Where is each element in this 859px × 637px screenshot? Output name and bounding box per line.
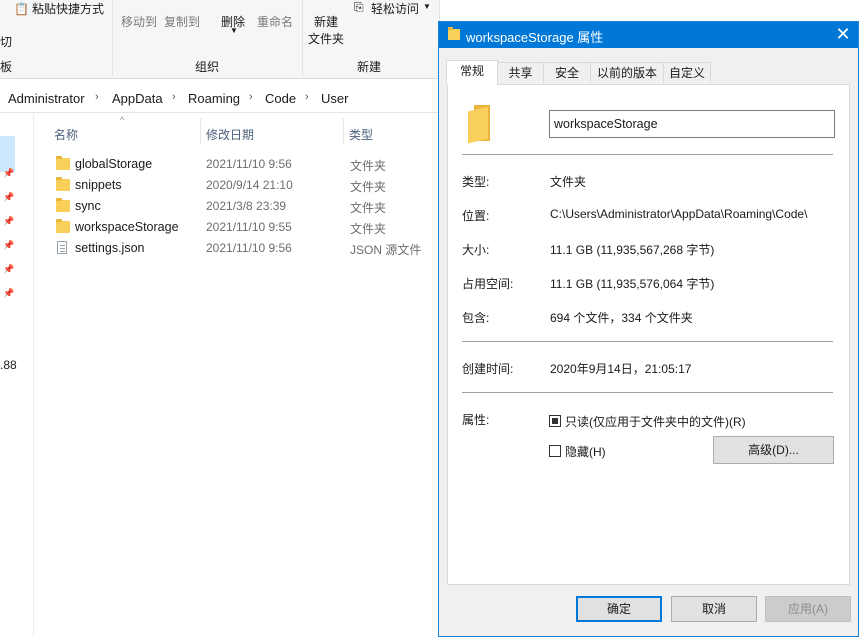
copy-to-button[interactable]: 复制到 bbox=[164, 13, 200, 30]
tab-sharing[interactable]: 共享 bbox=[497, 62, 544, 83]
clipboard-label-fragment: 板 bbox=[0, 60, 13, 74]
file-date: 2021/11/10 9:56 bbox=[206, 241, 292, 255]
tab-previous-versions[interactable]: 以前的版本 bbox=[590, 62, 664, 83]
size-value: 11.1 GB (11,935,567,268 字节) bbox=[550, 243, 715, 257]
tab-security[interactable]: 安全 bbox=[543, 62, 591, 83]
folder-icon bbox=[448, 27, 460, 40]
delete-dropdown-icon[interactable]: ▼ bbox=[230, 26, 238, 35]
breadcrumb-appdata[interactable]: AppData bbox=[112, 91, 163, 106]
readonly-checkbox[interactable] bbox=[549, 415, 561, 427]
folder-icon bbox=[56, 198, 70, 212]
file-date: 2021/3/8 23:39 bbox=[206, 199, 287, 213]
size-on-disk-label: 占用空间: bbox=[462, 277, 514, 291]
folder-name-input[interactable] bbox=[549, 110, 835, 138]
location-label: 位置: bbox=[462, 209, 490, 223]
easy-access-icon: ⎘ bbox=[354, 0, 364, 14]
ok-button[interactable]: 确定 bbox=[576, 596, 662, 622]
created-value: 2020年9月14日，21:05:17 bbox=[550, 362, 692, 376]
sort-ascending-icon: ^ bbox=[120, 115, 125, 125]
file-name: sync bbox=[75, 199, 101, 213]
file-name: workspaceStorage bbox=[75, 220, 179, 234]
file-row-snippets[interactable]: snippets 2020/9/14 21:10 文件夹 bbox=[50, 175, 440, 196]
file-type: JSON 源文件 bbox=[350, 243, 422, 257]
hidden-checkbox[interactable] bbox=[549, 445, 561, 457]
group-new-label: 新建 bbox=[357, 60, 382, 74]
pin-icon[interactable]: 📌 bbox=[3, 192, 14, 202]
file-date: 2020/9/14 21:10 bbox=[206, 178, 293, 192]
chevron-right-icon[interactable]: › bbox=[305, 91, 309, 103]
created-label: 创建时间: bbox=[462, 362, 514, 376]
attributes-label: 属性: bbox=[462, 413, 490, 427]
column-header-type[interactable]: 类型 bbox=[349, 126, 373, 143]
apply-button[interactable]: 应用(A) bbox=[765, 596, 851, 622]
contains-label: 包含: bbox=[462, 311, 490, 325]
new-folder-button[interactable]: 新建 bbox=[314, 13, 338, 30]
file-date: 2021/11/10 9:56 bbox=[206, 157, 292, 171]
breadcrumb-administrator[interactable]: Administrator bbox=[8, 91, 85, 106]
file-type: 文件夹 bbox=[350, 180, 387, 194]
breadcrumb-code[interactable]: Code bbox=[265, 91, 296, 106]
cancel-button[interactable]: 取消 bbox=[671, 596, 757, 622]
file-type: 文件夹 bbox=[350, 222, 387, 236]
json-file-icon bbox=[57, 241, 67, 254]
contains-value: 694 个文件，334 个文件夹 bbox=[550, 311, 693, 325]
pin-icon[interactable]: 📌 bbox=[3, 216, 14, 226]
folder-icon bbox=[56, 177, 70, 191]
properties-dialog: workspaceStorage 属性 ✕ 常规 共享 安全 以前的版本 自定义… bbox=[438, 21, 859, 637]
pin-icon[interactable]: 📌 bbox=[3, 288, 14, 298]
dialog-title: workspaceStorage 属性 bbox=[466, 30, 604, 45]
readonly-checkbox-label[interactable]: 只读(仅应用于文件夹中的文件)(R) bbox=[565, 413, 746, 430]
cut-label-fragment: 切 bbox=[0, 35, 13, 49]
tab-customize[interactable]: 自定义 bbox=[663, 62, 711, 83]
location-value: C:\Users\Administrator\AppData\Roaming\C… bbox=[550, 207, 808, 221]
navigation-pane[interactable]: 📌 📌 📌 📌 📌 📌 .88 bbox=[0, 114, 34, 637]
folder-icon bbox=[56, 156, 70, 170]
dialog-titlebar[interactable]: workspaceStorage 属性 ✕ bbox=[439, 22, 858, 48]
chevron-right-icon[interactable]: › bbox=[172, 91, 176, 103]
move-to-button[interactable]: 移动到 bbox=[121, 13, 157, 30]
column-header-name[interactable]: 名称 bbox=[54, 126, 78, 143]
file-name: snippets bbox=[75, 178, 122, 192]
easy-access-dropdown-icon[interactable]: ▼ bbox=[423, 2, 431, 11]
size-label: 大小: bbox=[462, 243, 490, 257]
file-type: 文件夹 bbox=[350, 201, 387, 215]
chevron-right-icon[interactable]: › bbox=[95, 91, 99, 103]
easy-access-button[interactable]: 轻松访问 bbox=[371, 0, 419, 17]
ribbon: 📋 粘贴快捷方式 切 板 移动到 复制到 删除 ▼ 重命名 组织 新建 文件夹 … bbox=[0, 0, 440, 79]
rename-button[interactable]: 重命名 bbox=[257, 13, 293, 30]
folder-icon bbox=[56, 219, 70, 233]
breadcrumb-roaming[interactable]: Roaming bbox=[188, 91, 240, 106]
type-label: 类型: bbox=[462, 175, 490, 189]
size-on-disk-value: 11.1 GB (11,935,576,064 字节) bbox=[550, 277, 715, 291]
group-organize-label: 组织 bbox=[195, 60, 220, 74]
breadcrumb-user[interactable]: User bbox=[321, 91, 348, 106]
address-bar[interactable]: Administrator › AppData › Roaming › Code… bbox=[0, 84, 440, 113]
tab-general[interactable]: 常规 bbox=[446, 60, 498, 85]
pin-icon[interactable]: 📌 bbox=[3, 240, 14, 250]
file-row-globalstorage[interactable]: globalStorage 2021/11/10 9:56 文件夹 bbox=[50, 154, 440, 175]
paste-shortcut-button[interactable]: 粘贴快捷方式 bbox=[32, 0, 104, 17]
file-name: globalStorage bbox=[75, 157, 153, 171]
close-icon[interactable]: ✕ bbox=[832, 24, 854, 46]
general-panel: 类型: 文件夹 位置: C:\Users\Administrator\AppDa… bbox=[447, 84, 850, 585]
pin-icon[interactable]: 📌 bbox=[3, 264, 14, 274]
new-folder-button-line2[interactable]: 文件夹 bbox=[308, 30, 344, 47]
sidebar-fragment: .88 bbox=[0, 358, 17, 372]
hidden-checkbox-label[interactable]: 隐藏(H) bbox=[565, 443, 606, 460]
advanced-button[interactable]: 高级(D)... bbox=[713, 436, 834, 464]
file-date: 2021/11/10 9:55 bbox=[206, 220, 292, 234]
pin-icon[interactable]: 📌 bbox=[3, 168, 14, 178]
nav-selection[interactable] bbox=[0, 136, 15, 172]
file-type: 文件夹 bbox=[350, 159, 387, 173]
type-value: 文件夹 bbox=[550, 175, 587, 189]
chevron-right-icon[interactable]: › bbox=[249, 91, 253, 103]
column-header-date[interactable]: 修改日期 bbox=[206, 126, 254, 143]
paste-shortcut-icon: 📋 bbox=[14, 2, 29, 16]
folder-icon bbox=[468, 105, 492, 144]
file-row-settings-json[interactable]: settings.json 2021/11/10 9:56 JSON 源文件 bbox=[50, 238, 440, 259]
file-name: settings.json bbox=[75, 241, 145, 255]
file-row-sync[interactable]: sync 2021/3/8 23:39 文件夹 bbox=[50, 196, 440, 217]
file-row-workspacestorage[interactable]: workspaceStorage 2021/11/10 9:55 文件夹 bbox=[50, 217, 440, 238]
